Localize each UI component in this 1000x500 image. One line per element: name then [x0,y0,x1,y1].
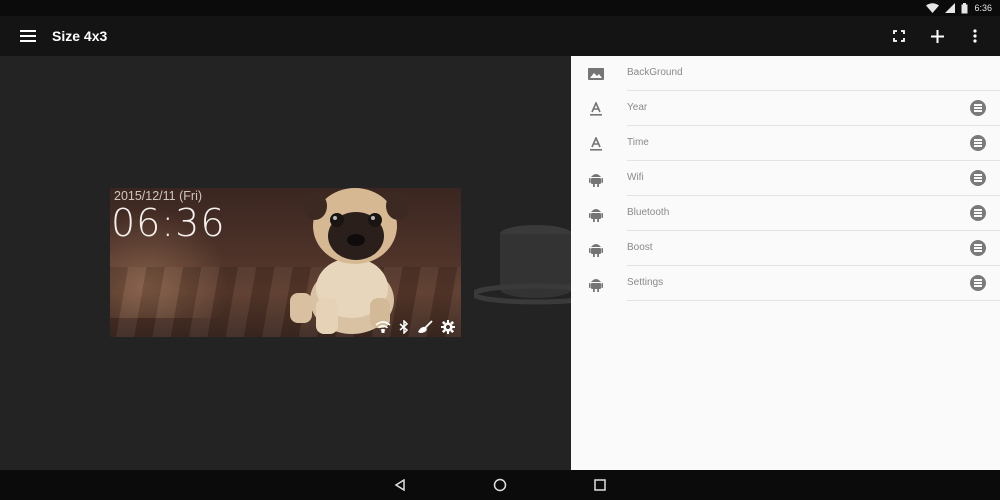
panel-item-label: Year [627,102,648,113]
status-bar: 6:36 [0,0,1000,16]
battery-icon [961,2,968,13]
recents-square-icon [594,479,606,491]
panel-item-label: Settings [627,277,664,288]
add-button[interactable] [924,23,950,49]
wifi-icon[interactable] [375,321,391,333]
widget-time: 06:36 [111,201,226,245]
fullscreen-icon [893,30,905,42]
panel-item-label: Bluetooth [627,207,670,218]
settings-gear-icon[interactable] [441,320,455,334]
panel-item-label: Wifi [627,172,644,183]
pug-photo [290,188,410,334]
remove-icon [974,247,982,249]
divider [627,300,1000,301]
android-icon [589,209,603,222]
clock-widget[interactable]: 2015/12/11 (Fri) 06:36 [110,188,461,337]
remove-button[interactable] [970,205,986,221]
recents-button[interactable] [590,475,610,495]
panel-item-label: Boost [627,242,653,253]
bluetooth-icon[interactable] [399,320,409,334]
status-time: 6:36 [974,3,992,13]
remove-icon [974,177,982,179]
remove-button[interactable] [970,240,986,256]
remove-icon [974,212,982,214]
text-format-icon [590,102,602,116]
home-circle-icon [493,478,507,492]
cake-watermark-icon [474,225,571,305]
app-screen: 6:36 Size 4x3 2015/12/11 (Fri) 06:36 Bac… [0,0,1000,500]
panel-item-bluetooth[interactable]: Bluetooth [571,196,1000,231]
menu-button[interactable] [0,16,56,56]
widget-shortcut-icons [375,320,455,334]
remove-button[interactable] [970,135,986,151]
panel-item-time[interactable]: Time [571,126,1000,161]
panel-item-year[interactable]: Year [571,91,1000,126]
remove-icon [974,107,982,109]
remove-icon [974,142,982,144]
panel-item-settings[interactable]: Settings [571,266,1000,301]
widget-elements-panel: BackGround Year Time Wifi Bluetooth Boos… [571,56,1000,470]
system-nav-bar [0,470,1000,500]
more-options-button[interactable] [962,23,988,49]
android-icon [589,279,603,292]
back-button[interactable] [390,475,410,495]
app-bar-actions [886,16,988,56]
cell-signal-icon [945,3,956,13]
android-icon [589,174,603,187]
wifi-signal-icon [926,3,940,13]
widget-preview-area: 2015/12/11 (Fri) 06:36 [0,56,571,470]
panel-item-label: Time [627,137,649,148]
android-icon [589,244,603,257]
page-title: Size 4x3 [52,28,108,44]
remove-button[interactable] [970,100,986,116]
panel-item-boost[interactable]: Boost [571,231,1000,266]
panel-item-background[interactable]: BackGround [571,56,1000,91]
text-format-icon [590,137,602,151]
add-icon [930,29,944,43]
panel-item-label: BackGround [627,67,683,78]
image-icon [588,68,604,80]
panel-item-wifi[interactable]: Wifi [571,161,1000,196]
remove-icon [974,282,982,284]
fullscreen-button[interactable] [886,23,912,49]
home-button[interactable] [490,475,510,495]
boost-broom-icon[interactable] [417,320,433,334]
app-bar: Size 4x3 [0,16,1000,56]
remove-button[interactable] [970,275,986,291]
back-triangle-icon [394,479,405,491]
more-vert-icon [973,29,977,43]
hamburger-menu-icon [20,30,36,42]
remove-button[interactable] [970,170,986,186]
